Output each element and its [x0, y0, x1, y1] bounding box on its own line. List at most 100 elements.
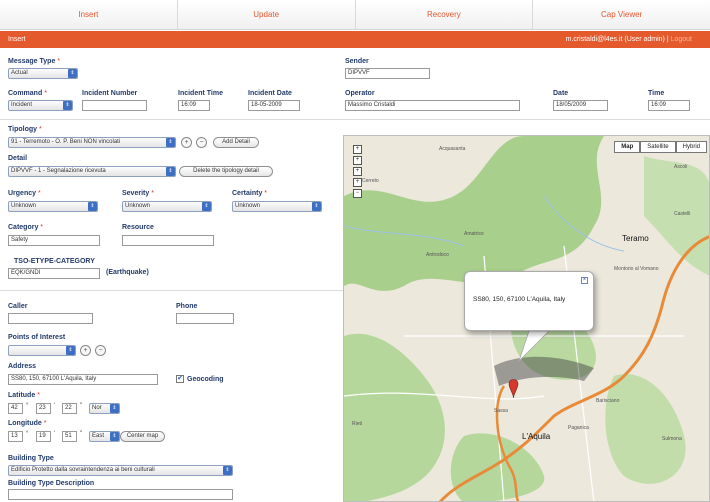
- second-symbol: ": [80, 431, 83, 437]
- incident-time-label: Incident Time: [178, 90, 223, 97]
- phone-label: Phone: [176, 303, 198, 310]
- add-detail-button[interactable]: Add Detail: [213, 137, 259, 148]
- building-type-description-field[interactable]: [8, 489, 233, 500]
- map-place-label: Teramo: [622, 234, 649, 243]
- date-field[interactable]: 18/05/2009: [553, 100, 608, 111]
- chevron-down-icon: ⇕: [202, 202, 211, 211]
- tab-update[interactable]: Update: [178, 0, 356, 29]
- close-icon[interactable]: ×: [581, 277, 588, 284]
- add-poi-button[interactable]: +: [80, 345, 91, 356]
- degree-symbol: °: [26, 403, 29, 409]
- address-label: Address: [8, 363, 37, 370]
- caller-label: Caller: [8, 303, 28, 310]
- map-zoom-in-icon[interactable]: +: [353, 178, 362, 187]
- degree-symbol: °: [26, 431, 29, 437]
- remove-poi-button[interactable]: −: [95, 345, 106, 356]
- longitude-degrees-field[interactable]: 13: [8, 431, 23, 442]
- map-type-hybrid-button[interactable]: Hybrid: [675, 141, 707, 153]
- tso-category-note: (Earthquake): [106, 269, 149, 276]
- longitude-minutes-field[interactable]: 19: [36, 431, 51, 442]
- urgency-select[interactable]: Unknown ⇕: [8, 201, 98, 212]
- tso-category-label: TSO-ETYPE-CATEGORY: [14, 258, 95, 265]
- user-label: m.cristaldi@l4es.it (User admin) |: [565, 36, 671, 43]
- phone-field[interactable]: [176, 313, 234, 324]
- map-pan-icon[interactable]: +: [353, 156, 362, 165]
- map-info-bubble: SS80, 150, 67100 L'Aquila, Italy ×: [464, 271, 594, 331]
- detail-select[interactable]: DIPVVF - 1 - Segnalazione ricevuta ⇕: [8, 166, 176, 177]
- command-select[interactable]: Incident ⇕: [8, 100, 73, 111]
- category-field[interactable]: Safety: [8, 235, 100, 246]
- top-navigation: Insert Update Recovery Cap Viewer: [0, 0, 710, 30]
- second-symbol: ": [80, 403, 83, 409]
- page-header-bar: Insert m.cristaldi@l4es.it (User admin) …: [0, 31, 710, 48]
- message-type-select[interactable]: Actual ⇕: [8, 68, 78, 79]
- map-type-satellite-button[interactable]: Satellite: [640, 141, 676, 153]
- urgency-label: Urgency *: [8, 190, 41, 197]
- certainty-select[interactable]: Unknown ⇕: [232, 201, 322, 212]
- map-zoom-in-icon[interactable]: +: [353, 167, 362, 176]
- map-pan-icon[interactable]: +: [353, 145, 362, 154]
- sender-field[interactable]: DIPVVF: [345, 68, 430, 79]
- resource-field[interactable]: [122, 235, 214, 246]
- caller-field[interactable]: [8, 313, 93, 324]
- tso-category-field[interactable]: EQK/GNDI: [8, 268, 100, 279]
- tab-recovery[interactable]: Recovery: [356, 0, 534, 29]
- chevron-down-icon: ⇕: [312, 202, 321, 211]
- latitude-direction-select[interactable]: Nor ⇕: [89, 403, 120, 414]
- latitude-seconds-field[interactable]: 22: [62, 403, 77, 414]
- latitude-minutes-field[interactable]: 23: [36, 403, 51, 414]
- remove-typology-button[interactable]: −: [196, 137, 207, 148]
- category-label: Category *: [8, 224, 44, 231]
- incident-number-field[interactable]: [82, 100, 147, 111]
- map-zoom-out-icon[interactable]: −: [353, 189, 362, 198]
- map-place-label: Amatrice: [464, 231, 484, 237]
- points-of-interest-select[interactable]: ⇕: [8, 345, 76, 356]
- map-place-label: Paganica: [568, 425, 589, 431]
- map-bubble-address: SS80, 150, 67100 L'Aquila, Italy: [473, 296, 566, 303]
- map-view[interactable]: + + + + − Map Satellite Hybrid Acquasant…: [343, 135, 710, 502]
- geocoding-label: Geocoding: [187, 376, 224, 383]
- longitude-direction-select[interactable]: East ⇕: [89, 431, 120, 442]
- map-place-label: Castelli: [674, 211, 691, 217]
- map-place-label: Barisciano: [596, 398, 620, 404]
- map-type-map-button[interactable]: Map: [614, 141, 641, 153]
- building-type-label: Building Type: [8, 455, 54, 462]
- operator-field[interactable]: Massimo Cristaldi: [345, 100, 520, 111]
- add-typology-button[interactable]: +: [181, 137, 192, 148]
- tab-cap-viewer[interactable]: Cap Viewer: [533, 0, 710, 29]
- latitude-degrees-field[interactable]: 42: [8, 403, 23, 414]
- map-place-label: Ascoli: [674, 164, 688, 170]
- geocoding-checkbox[interactable]: ✔: [176, 375, 184, 383]
- chevron-down-icon: ⇕: [66, 346, 75, 355]
- time-field[interactable]: 16:09: [648, 100, 690, 111]
- minute-symbol: ': [54, 431, 56, 437]
- delete-detail-button[interactable]: Delete the tipology detail: [179, 166, 273, 177]
- sender-label: Sender: [345, 58, 369, 65]
- map-place-label: L'Aquila: [522, 432, 551, 441]
- operator-label: Operator: [345, 90, 375, 97]
- map-place-label: Montorio al Vomano: [614, 266, 659, 272]
- severity-select[interactable]: Unknown ⇕: [122, 201, 212, 212]
- center-map-button[interactable]: Center map: [120, 431, 165, 442]
- date-label: Date: [553, 90, 569, 97]
- chevron-down-icon: ⇕: [68, 69, 77, 78]
- typology-select[interactable]: 91 - Terremoto - O. P. Beni NON vincolat…: [8, 137, 176, 148]
- certainty-label: Certainty *: [232, 190, 268, 197]
- logout-link[interactable]: Logout: [671, 36, 692, 43]
- tab-insert[interactable]: Insert: [0, 0, 178, 29]
- detail-label: Detail: [8, 155, 28, 162]
- longitude-seconds-field[interactable]: 51: [62, 431, 77, 442]
- building-type-description-label: Building Type Description: [8, 480, 95, 487]
- chevron-down-icon: ⇕: [63, 101, 72, 110]
- typology-label: Tipology *: [8, 126, 42, 133]
- minute-symbol: ': [54, 403, 56, 409]
- incident-date-field[interactable]: 18-05-2009: [248, 100, 300, 111]
- latitude-label: Latitude *: [8, 392, 40, 399]
- building-type-select[interactable]: Edificio Protetto dalla sovraintendenza …: [8, 465, 233, 476]
- chevron-down-icon: ⇕: [166, 167, 175, 176]
- map-zoom-control: + + + + −: [353, 145, 362, 200]
- map-place-label: Cerreto: [362, 178, 379, 184]
- address-field[interactable]: SS80, 150, 67100 L'Aquila, Italy: [8, 374, 158, 385]
- resource-label: Resource: [122, 224, 154, 231]
- incident-time-field[interactable]: 16:09: [178, 100, 210, 111]
